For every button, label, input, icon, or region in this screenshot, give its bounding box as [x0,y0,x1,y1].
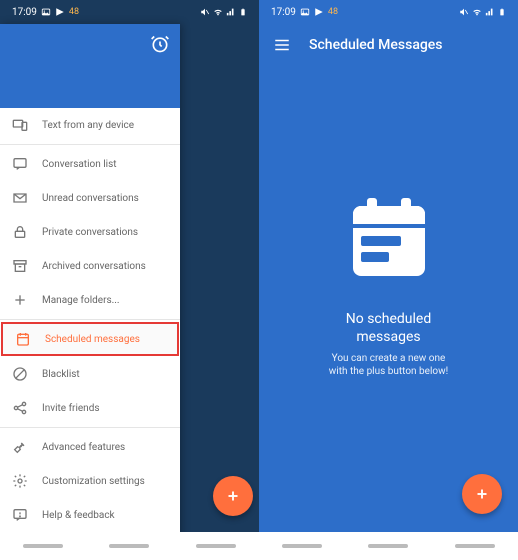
app-bar: Scheduled Messages [259,24,518,66]
android-nav-bar [259,532,518,560]
plus-icon [473,485,491,503]
drawer-list: Text from any device Conversation list U… [0,108,180,560]
block-icon [12,366,28,382]
menu-label: Blacklist [42,369,80,380]
add-scheduled-fab[interactable] [462,474,502,514]
nav-recent[interactable] [282,544,322,548]
mail-icon [12,190,28,206]
devices-icon [12,117,28,133]
mute-icon [459,7,469,17]
menu-item-private[interactable]: Private conversations [0,215,180,249]
android-nav-bar [0,532,259,560]
menu-label: Archived conversations [42,261,146,272]
plus-icon [224,487,242,505]
calendar-large-icon [339,186,439,286]
nav-home[interactable] [368,544,408,548]
menu-label: Invite friends [42,403,100,414]
calendar-icon [15,331,31,347]
status-time: 17:09 [271,7,296,18]
navigation-drawer: Text from any device Conversation list U… [0,24,180,560]
feedback-icon [12,507,28,523]
signal-icon [485,7,495,17]
status-bar: 17:09 48 [0,0,259,24]
menu-label: Manage folders... [42,295,120,306]
menu-item-blacklist[interactable]: Blacklist [0,357,180,391]
menu-label: Customization settings [42,476,145,487]
menu-item-conversation-list[interactable]: Conversation list [0,147,180,181]
menu-label: Advanced features [42,442,125,453]
menu-label: Private conversations [42,227,138,238]
menu-item-customization[interactable]: Customization settings [0,464,180,498]
plus-icon [12,292,28,308]
share-icon [12,400,28,416]
archive-icon [12,258,28,274]
nav-back[interactable] [196,544,236,548]
status-badge: 48 [69,7,79,17]
empty-sub-line1: You can create a new one [329,352,448,365]
menu-item-help-feedback[interactable]: Help & feedback [0,498,180,532]
menu-item-scheduled-messages[interactable]: Scheduled messages [1,322,179,356]
wifi-icon [213,7,223,17]
wifi-icon [472,7,482,17]
menu-label: Unread conversations [42,193,139,204]
phone-right-scheduled-view: 17:09 48 Scheduled Messages [259,0,518,560]
empty-title-line2: messages [346,328,431,346]
hamburger-icon [273,36,291,54]
phone-left-drawer-view: 17:09 48 Text from any device Conversati… [0,0,259,560]
gear-icon [12,473,28,489]
status-bar: 17:09 48 [259,0,518,24]
empty-title-line1: No scheduled [346,310,431,328]
menu-item-advanced-features[interactable]: Advanced features [0,430,180,464]
signal-icon [226,7,236,17]
battery-icon [498,6,506,18]
menu-item-invite-friends[interactable]: Invite friends [0,391,180,425]
nav-back[interactable] [455,544,495,548]
page-title: Scheduled Messages [309,37,443,53]
menu-item-archived[interactable]: Archived conversations [0,249,180,283]
drawer-header [0,24,180,108]
menu-label: Help & feedback [42,510,115,521]
empty-sub-line2: with the plus button below! [329,365,448,378]
status-time: 17:09 [12,7,37,18]
menu-label: Conversation list [42,159,117,170]
battery-icon [239,6,247,18]
image-icon [300,7,310,17]
compose-fab[interactable] [213,476,253,516]
chat-icon [12,156,28,172]
menu-item-text-from-any-device[interactable]: Text from any device [0,108,180,142]
lock-icon [12,224,28,240]
menu-item-unread[interactable]: Unread conversations [0,181,180,215]
menu-item-manage-folders[interactable]: Manage folders... [0,283,180,317]
empty-title: No scheduled messages [346,310,431,346]
nav-recent[interactable] [23,544,63,548]
mute-icon [200,7,210,17]
nav-home[interactable] [109,544,149,548]
menu-button[interactable] [273,36,291,54]
image-icon [41,7,51,17]
play-icon [314,7,324,17]
wrench-icon [12,439,28,455]
alarm-icon[interactable] [150,34,170,54]
play-icon [55,7,65,17]
menu-label: Text from any device [42,120,134,131]
empty-subtitle: You can create a new one with the plus b… [329,352,448,378]
empty-state: No scheduled messages You can create a n… [259,66,518,378]
status-badge: 48 [328,7,338,17]
menu-label: Scheduled messages [45,334,140,345]
